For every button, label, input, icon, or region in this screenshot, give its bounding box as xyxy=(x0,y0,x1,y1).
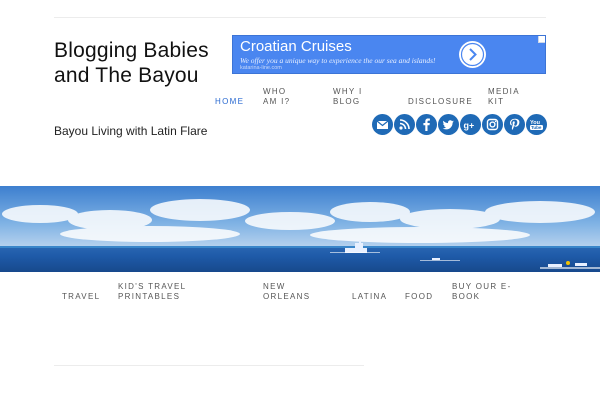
nav-who-am-i[interactable]: WHO AM I? xyxy=(263,87,293,107)
content-divider xyxy=(54,365,364,366)
nav-latina[interactable]: LATINA xyxy=(352,292,394,302)
header-top-divider xyxy=(54,17,546,18)
instagram-icon[interactable] xyxy=(482,114,503,135)
svg-text:Tube: Tube xyxy=(531,125,542,130)
facebook-icon[interactable] xyxy=(416,114,437,135)
site-title[interactable]: Blogging Babies and The Bayou xyxy=(54,38,224,88)
site-tagline: Bayou Living with Latin Flare xyxy=(54,124,208,138)
nav-disclosure[interactable]: DISCLOSURE xyxy=(408,97,483,107)
ad-url[interactable]: katarina-line.com xyxy=(240,65,282,71)
ad-arrow-button[interactable] xyxy=(459,41,486,68)
nav-travel[interactable]: TRAVEL xyxy=(62,292,107,302)
nav-home[interactable]: HOME xyxy=(215,97,255,107)
google-plus-icon[interactable]: g+ xyxy=(460,114,481,135)
ad-choices-icon[interactable] xyxy=(538,36,545,43)
rss-icon[interactable] xyxy=(394,114,415,135)
ad-title[interactable]: Croatian Cruises xyxy=(240,38,352,55)
chevron-right-icon xyxy=(460,42,485,67)
nav-media-kit[interactable]: MEDIA KIT xyxy=(488,87,522,107)
header-banner-image xyxy=(0,186,600,272)
nav-buy-our-ebook[interactable]: BUY OUR E-BOOK xyxy=(452,282,522,302)
svg-text:g+: g+ xyxy=(464,121,475,131)
youtube-icon[interactable]: You Tube xyxy=(526,114,547,135)
nav-kids-travel-printables[interactable]: KID'S TRAVEL PRINTABLES xyxy=(118,282,203,302)
pinterest-icon[interactable] xyxy=(504,114,525,135)
nav-food[interactable]: FOOD xyxy=(405,292,443,302)
nav-why-i-blog[interactable]: WHY I BLOG xyxy=(333,87,378,107)
twitter-icon[interactable] xyxy=(438,114,459,135)
ad-banner[interactable]: Croatian Cruises We offer you a unique w… xyxy=(232,35,546,74)
nav-new-orleans[interactable]: NEW ORLEANS xyxy=(263,282,323,302)
email-icon[interactable] xyxy=(372,114,393,135)
ad-description: We offer you a unique way to experience … xyxy=(240,56,436,65)
